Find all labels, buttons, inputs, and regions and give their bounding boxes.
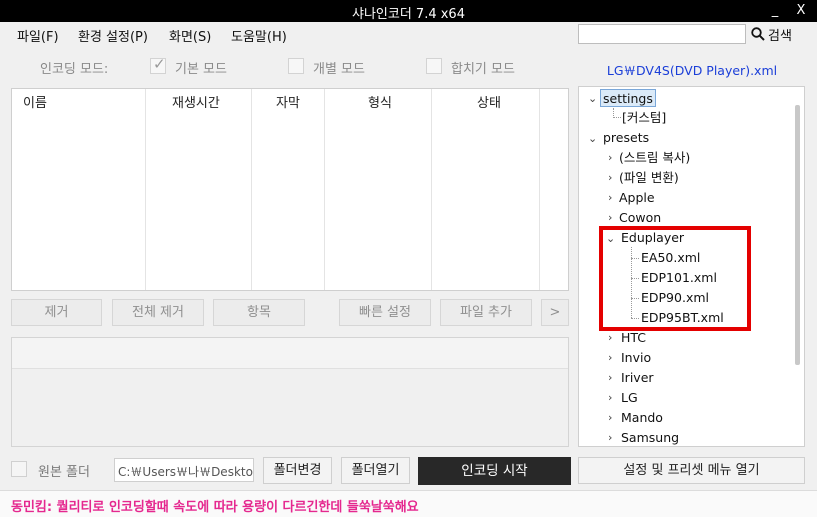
chevron-right-icon[interactable]: › [608,391,612,404]
chevron-right-icon[interactable]: › [608,371,612,384]
individual-mode-label: 개별 모드 [313,62,365,77]
detail-panel [11,337,569,447]
tree-node-cowon[interactable]: Cowon [619,209,661,227]
basic-mode-checkbox[interactable]: ✓ [150,55,166,74]
close-button[interactable]: X [792,2,810,20]
tree-node-file-convert[interactable]: (파일 변환) [619,169,679,187]
search-icon [751,27,765,41]
tree-node-invio[interactable]: Invio [621,349,651,367]
file-actions-row: 제거 전체 제거 항목 빠른 설정 파일 추가 > [0,299,575,326]
tree-scrollbar[interactable] [795,105,800,365]
quick-settings-button[interactable]: 빠른 설정 [339,299,431,326]
more-button[interactable]: > [541,299,569,326]
chevron-down-icon[interactable]: ⌄ [588,92,597,105]
source-folder-checkbox[interactable] [11,461,27,477]
column-name[interactable]: 이름 [12,89,146,290]
source-folder-label: 원본 폴더 [38,465,90,480]
menu-help[interactable]: 도움말(H) [231,26,287,45]
tree-node-custom[interactable]: [커스텀] [622,109,666,127]
tree-node-samsung[interactable]: Samsung [621,429,679,446]
file-list[interactable]: 이름 재생시간 자막 형식 상태 [11,88,569,291]
remove-all-button[interactable]: 전체 제거 [112,299,204,326]
column-status[interactable]: 상태 [432,89,540,290]
column-header-duration: 재생시간 [172,96,220,111]
tree-node-mando[interactable]: Mando [621,409,663,427]
chevron-right-icon[interactable]: › [608,351,612,364]
remove-button[interactable]: 제거 [11,299,102,326]
output-path-field[interactable]: C:￦Users￦나￦Desktop [114,458,254,482]
tree-node-apple[interactable]: Apple [619,189,655,207]
column-format[interactable]: 형식 [325,89,432,290]
column-header-format: 형식 [368,96,392,111]
window-title: 샤나인코더 7.4 x64 [352,7,465,22]
items-button[interactable]: 항목 [213,299,305,326]
minimize-button[interactable]: _ [766,2,784,20]
chevron-right-icon[interactable]: › [608,211,612,224]
search-input[interactable] [578,24,746,44]
chevron-right-icon[interactable]: › [608,331,612,344]
status-bar: 동민킴: 퀄리티로 인코딩할때 속도에 따라 용량이 다르긴한데 들쑥날쑥해요 [0,490,817,517]
search-label: 검색 [768,28,792,44]
menu-file[interactable]: 파일(F) [17,26,59,45]
highlight-box [599,226,751,331]
chevron-down-icon[interactable]: ⌄ [588,132,597,145]
check-icon: ✓ [153,55,166,73]
bottom-bar: 원본 폴더 C:￦Users￦나￦Desktop 폴더변경 폴더열기 인코딩 시… [0,455,817,485]
chevron-right-icon[interactable]: › [608,151,612,164]
tree-node-presets[interactable]: presets [603,129,649,147]
column-subtitle[interactable]: 자막 [252,89,325,290]
basic-mode-label: 기본 모드 [175,62,227,77]
add-file-button[interactable]: 파일 추가 [440,299,532,326]
menu-view[interactable]: 화면(S) [169,26,211,45]
column-header-name: 이름 [23,96,47,111]
open-folder-button[interactable]: 폴더열기 [341,457,410,484]
chevron-right-icon[interactable]: › [608,431,612,444]
start-encoding-button[interactable]: 인코딩 시작 [418,457,571,485]
tree-connector [613,117,621,118]
change-folder-button[interactable]: 폴더변경 [263,457,332,484]
tree-node-stream-copy[interactable]: (스트림 복사) [619,149,690,167]
menu-preferences[interactable]: 환경 설정(P) [78,26,148,45]
chevron-right-icon[interactable]: › [608,191,612,204]
chevron-right-icon[interactable]: › [608,171,612,184]
encoding-mode-row: 인코딩 모드: ✓ 기본 모드 개별 모드 합치기 모드 [0,54,575,80]
encoding-mode-label: 인코딩 모드: [40,62,109,77]
tree-node-settings[interactable]: settings [600,89,656,107]
column-duration[interactable]: 재생시간 [146,89,252,290]
current-preset-file: LG￦DV4S(DVD Player).xml [606,63,778,78]
tree-node-lg[interactable]: LG [621,389,638,407]
column-header-status: 상태 [477,96,501,111]
title-bar: 샤나인코더 7.4 x64 _ X [0,0,817,22]
merge-mode-label: 합치기 모드 [451,62,515,77]
open-settings-menu-button[interactable]: 설정 및 프리셋 메뉴 열기 [578,457,805,484]
merge-mode-checkbox[interactable] [426,58,442,74]
tree-node-iriver[interactable]: Iriver [621,369,654,387]
individual-mode-checkbox[interactable] [288,58,304,74]
status-message: 동민킴: 퀄리티로 인코딩할때 속도에 따라 용량이 다르긴한데 들쑥날쑥해요 [11,500,419,515]
tree-node-htc[interactable]: HTC [621,329,646,347]
search-button[interactable]: 검색 [751,24,792,44]
column-header-subtitle: 자막 [276,96,300,111]
chevron-right-icon[interactable]: › [608,411,612,424]
detail-panel-header [12,338,568,369]
